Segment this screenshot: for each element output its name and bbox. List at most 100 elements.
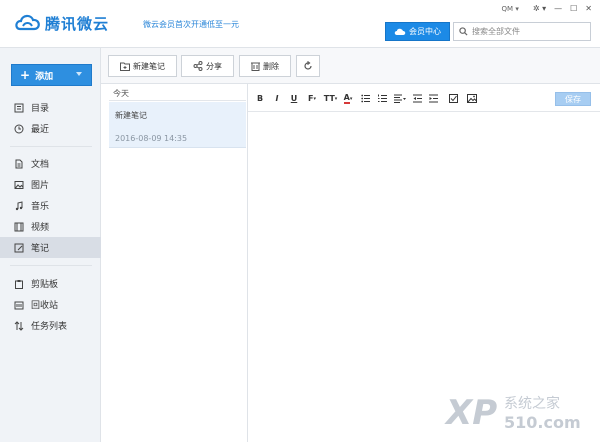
sidebar-divider (10, 265, 92, 266)
save-button[interactable]: 保存 (555, 92, 591, 106)
font-family-button[interactable]: F ▾ (306, 93, 318, 104)
sidebar: + 添加 目录 最近 文档 图片 音乐 视频 笔记 剪贴板 回收站 任务列表 (0, 48, 101, 442)
document-icon (15, 159, 23, 168)
nav-group-main: 目录 最近 (0, 97, 101, 139)
font-color-button[interactable]: A ▾ (341, 93, 355, 104)
editor-toolbar: B I U F ▾ TT ▾ A ▾ 保存 (248, 84, 600, 112)
sidebar-divider (10, 146, 92, 147)
maximize-icon[interactable]: ☐ (570, 4, 577, 13)
directory-icon (14, 103, 24, 112)
minimize-icon[interactable]: — (554, 4, 562, 13)
italic-button[interactable]: I (273, 93, 281, 104)
cloud-icon (394, 28, 406, 35)
note-title: 新建笔记 (115, 111, 147, 120)
cloud-logo-icon (15, 14, 40, 31)
nav-group-tools: 剪贴板 回收站 任务列表 (0, 273, 101, 336)
main-toolbar: 新建笔记 分享 删除 (101, 48, 600, 84)
sidebar-item-music[interactable]: 音乐 (0, 195, 101, 216)
note-date: 2016-08-09 14:35 (115, 134, 188, 143)
app-logo: 腾讯微云 (14, 12, 109, 34)
user-menu[interactable]: QM ▾ (502, 5, 519, 13)
note-list-item[interactable]: 新建笔记 2016-08-09 14:35 (109, 102, 246, 148)
settings-icon[interactable]: ✲ ▾ (533, 4, 546, 13)
add-button[interactable]: + 添加 (11, 64, 92, 86)
search-input[interactable] (472, 27, 582, 36)
share-icon (193, 61, 203, 71)
sidebar-item-label: 笔记 (31, 244, 50, 254)
watermark-logo: XP 系统之家 510.com (444, 388, 594, 436)
checkbox-icon[interactable] (449, 93, 458, 104)
new-folder-icon (120, 62, 130, 71)
sidebar-item-video[interactable]: 视频 (0, 216, 101, 237)
refresh-icon (304, 61, 312, 70)
nav-group-categories: 文档 图片 音乐 视频 笔记 (0, 153, 101, 258)
sidebar-item-label: 回收站 (31, 301, 59, 311)
app-name: 腾讯微云 (45, 14, 110, 33)
dropdown-caret-icon: ▾ (334, 95, 338, 102)
share-label: 分享 (206, 61, 222, 71)
sidebar-item-label: 音乐 (31, 202, 50, 212)
note-list: 今天 新建笔记 2016-08-09 14:35 (101, 84, 248, 442)
clock-icon (14, 124, 24, 133)
share-button[interactable]: 分享 (181, 55, 234, 77)
align-icon[interactable] (394, 93, 406, 104)
sidebar-item-label: 文档 (31, 160, 50, 170)
outdent-icon[interactable] (413, 93, 422, 104)
sidebar-item-trash[interactable]: 回收站 (0, 294, 101, 315)
clipboard-icon (15, 279, 23, 289)
sidebar-item-documents[interactable]: 文档 (0, 153, 101, 174)
sidebar-item-label: 最近 (31, 125, 50, 135)
group-divider (109, 100, 246, 101)
dropdown-caret-icon: ▾ (313, 95, 316, 102)
dropdown-caret-icon[interactable] (76, 72, 82, 76)
note-icon (14, 243, 24, 252)
trash-icon (14, 301, 24, 309)
watermark-brand: XP (444, 393, 497, 433)
bullet-list-icon[interactable] (361, 93, 370, 104)
sidebar-item-tasks[interactable]: 任务列表 (0, 315, 101, 336)
watermark-text: 系统之家 (504, 395, 560, 412)
numbered-list-icon[interactable] (378, 93, 387, 104)
insert-image-icon[interactable] (467, 93, 477, 104)
sidebar-item-clipboard[interactable]: 剪贴板 (0, 273, 101, 294)
member-center-button[interactable]: 会员中心 (385, 22, 450, 41)
delete-label: 删除 (263, 61, 279, 71)
dropdown-caret-icon: ▾ (349, 95, 353, 102)
refresh-button[interactable] (296, 55, 320, 77)
sidebar-item-label: 任务列表 (31, 322, 68, 332)
indent-icon[interactable] (429, 93, 438, 104)
delete-button[interactable]: 删除 (239, 55, 291, 77)
new-note-label: 新建笔记 (133, 61, 165, 71)
close-icon[interactable]: ✕ (585, 4, 592, 13)
sidebar-item-recent[interactable]: 最近 (0, 118, 101, 139)
video-icon (14, 222, 24, 231)
font-size-label: TT (323, 94, 335, 103)
image-icon (14, 180, 24, 189)
sidebar-item-label: 视频 (31, 223, 50, 233)
transfer-icon (14, 320, 24, 331)
window-controls: QM ▾ ✲ ▾ — ☐ ✕ (502, 4, 592, 13)
sidebar-item-label: 目录 (31, 104, 50, 114)
search-icon (459, 27, 468, 36)
bold-button[interactable]: B (256, 93, 264, 104)
sidebar-item-directory[interactable]: 目录 (0, 97, 101, 118)
member-center-label: 会员中心 (409, 27, 441, 36)
underline-button[interactable]: U (290, 93, 298, 104)
new-note-button[interactable]: 新建笔记 (108, 55, 177, 77)
title-bar: 腾讯微云 微云会员首次开通低至一元 QM ▾ ✲ ▾ — ☐ ✕ 会员中心 (0, 0, 600, 48)
sidebar-item-notes[interactable]: 笔记 (0, 237, 101, 258)
font-size-button[interactable]: TT ▾ (323, 93, 338, 104)
watermark-icon: XP 系统之家 510.com (444, 393, 581, 433)
promo-link[interactable]: 微云会员首次开通低至一元 (143, 19, 239, 30)
add-label: 添加 (35, 71, 54, 82)
sidebar-item-label: 图片 (31, 181, 50, 191)
search-box[interactable] (453, 22, 591, 41)
watermark-domain: 510.com (504, 413, 581, 432)
sidebar-item-images[interactable]: 图片 (0, 174, 101, 195)
music-icon (15, 200, 23, 210)
user-name: QM (501, 4, 514, 13)
sidebar-item-label: 剪贴板 (31, 280, 59, 290)
trash-icon (251, 62, 260, 71)
note-group-label: 今天 (113, 89, 129, 98)
plus-icon: + (20, 68, 31, 82)
